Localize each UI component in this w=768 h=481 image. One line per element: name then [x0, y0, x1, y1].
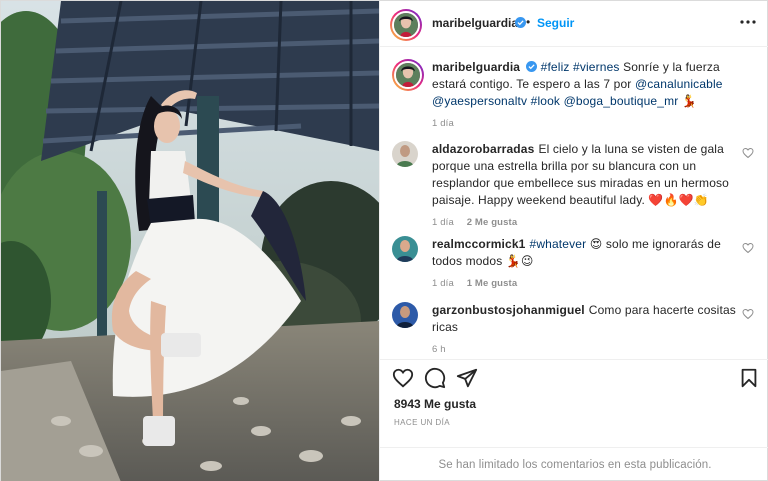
- verified-badge-icon: [515, 17, 526, 28]
- caption-mention-canalunicable[interactable]: @canalunicable: [635, 77, 723, 91]
- caption-mention-yaespersonaltv[interactable]: @yaespersonaltv: [432, 94, 527, 108]
- commenter-avatar[interactable]: [392, 236, 418, 262]
- comment-likes[interactable]: 1 Me gusta: [467, 278, 518, 289]
- post-actions-bar: [380, 359, 768, 393]
- comment-body: garzonbustosjohanmiguel Como para hacerte…: [432, 302, 744, 358]
- caption-meta: 1 día: [432, 115, 744, 132]
- commenter-avatar-image: [392, 141, 418, 167]
- caption-body: maribelguardia #feliz #viernes Sonríe y …: [432, 59, 744, 132]
- caption-username[interactable]: maribelguardia: [432, 60, 520, 74]
- author-avatar-image: [394, 13, 418, 37]
- post-side-panel: maribelguardia • Seguir maribelguardia #…: [379, 1, 768, 481]
- instagram-post-window: maribelguardia • Seguir maribelguardia #…: [0, 0, 768, 481]
- share-icon[interactable]: [456, 367, 478, 389]
- post-timestamp[interactable]: HACE UN DÍA: [394, 418, 450, 427]
- commenter-avatar[interactable]: [392, 302, 418, 328]
- heart-icon[interactable]: [392, 367, 414, 389]
- comment-username[interactable]: aldazorobarradas: [432, 142, 534, 156]
- comment-time[interactable]: 6 h: [432, 344, 446, 355]
- comments-limited-notice: Se han limitado los comentarios en esta …: [380, 447, 768, 481]
- caption-author-avatar[interactable]: [392, 59, 424, 91]
- caption-hashtags[interactable]: #feliz #viernes: [541, 60, 620, 74]
- commenter-avatar-image: [392, 302, 418, 328]
- comment-meta: 1 día 1 Me gusta: [432, 275, 744, 292]
- post-likes-count[interactable]: 8943 Me gusta: [394, 397, 476, 411]
- caption-author-avatar-image: [396, 63, 420, 87]
- comment-meta: 1 día 2 Me gusta: [432, 214, 744, 231]
- comment-username[interactable]: garzonbustosjohanmiguel: [432, 303, 585, 317]
- comment-meta: 6 h: [432, 341, 744, 358]
- author-username[interactable]: maribelguardia: [432, 16, 518, 30]
- comment-icon[interactable]: [424, 367, 446, 389]
- comment-hashtag[interactable]: #whatever: [530, 237, 587, 251]
- caption-verified-badge-icon: [526, 61, 538, 72]
- comment-time[interactable]: 1 día: [432, 217, 454, 228]
- comment-item: realmccormick1 #whatever 😍 solo me ignora…: [392, 236, 758, 289]
- comments-list[interactable]: maribelguardia #feliz #viernes Sonríe y …: [380, 48, 768, 358]
- header-separator: •: [526, 15, 531, 29]
- commenter-avatar-image: [392, 236, 418, 262]
- commenter-avatar[interactable]: [392, 141, 418, 167]
- caption-emoji: 💃: [681, 94, 697, 108]
- caption-time[interactable]: 1 día: [432, 118, 454, 129]
- caption-mention-boga-boutique[interactable]: @boga_boutique_mr: [564, 94, 679, 108]
- comment-like-heart-icon[interactable]: [742, 147, 754, 159]
- comment-likes[interactable]: 2 Me gusta: [467, 217, 518, 228]
- comment-body: aldazorobarradas El cielo y la luna se vi…: [432, 141, 744, 231]
- post-caption: maribelguardia #feliz #viernes Sonríe y …: [392, 59, 758, 129]
- author-avatar[interactable]: [390, 9, 422, 41]
- post-photo-image: [1, 1, 379, 481]
- more-options-icon[interactable]: [738, 12, 758, 32]
- comment-item: garzonbustosjohanmiguel Como para hacerte…: [392, 302, 758, 355]
- comment-username[interactable]: realmccormick1: [432, 237, 526, 251]
- caption-hashtag-look[interactable]: #look: [531, 94, 560, 108]
- comment-body: realmccormick1 #whatever 😍 solo me ignora…: [432, 236, 744, 292]
- comment-time[interactable]: 1 día: [432, 278, 454, 289]
- bookmark-icon[interactable]: [738, 367, 760, 389]
- comment-item: aldazorobarradas El cielo y la luna se vi…: [392, 141, 758, 228]
- comment-like-heart-icon[interactable]: [742, 242, 754, 254]
- post-photo[interactable]: [1, 1, 379, 481]
- comment-like-heart-icon[interactable]: [742, 308, 754, 320]
- post-header: maribelguardia • Seguir: [380, 1, 768, 47]
- follow-button[interactable]: Seguir: [537, 16, 574, 30]
